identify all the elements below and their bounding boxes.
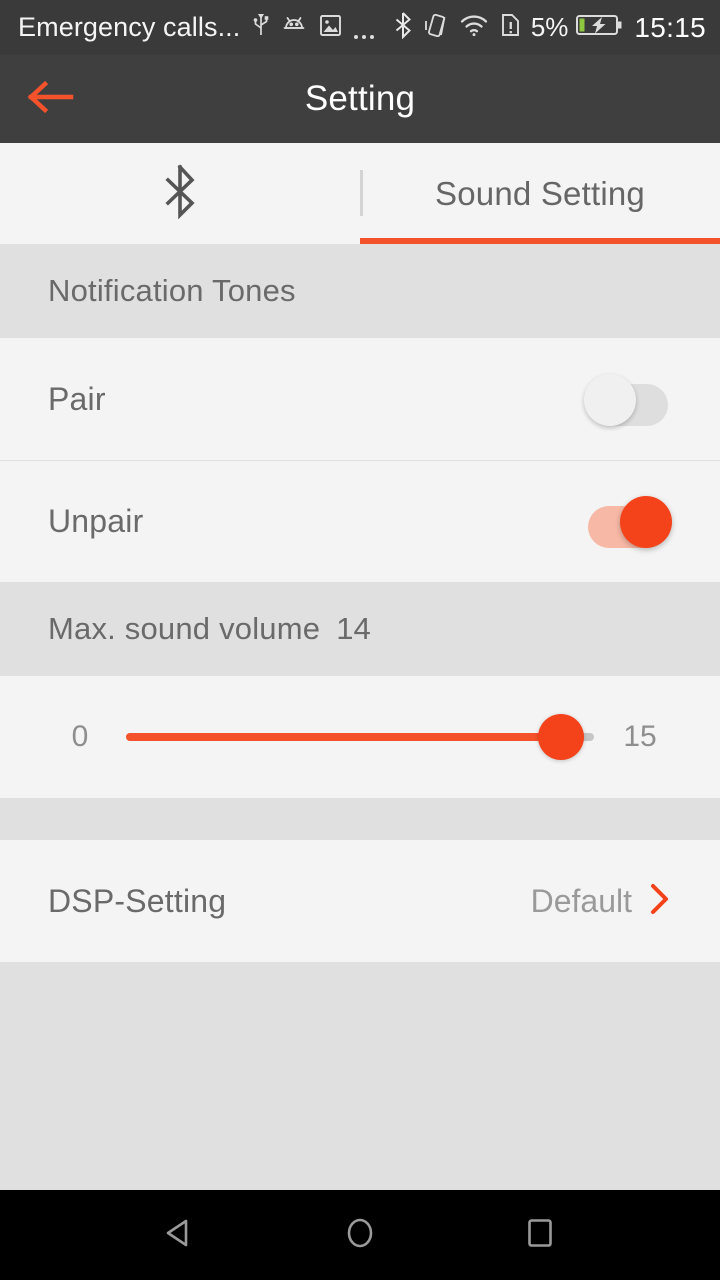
battery-charging-icon	[576, 12, 622, 43]
slider-max-label: 15	[623, 720, 657, 753]
section-title: Max. sound volume	[48, 611, 321, 646]
row-dsp-setting[interactable]: DSP-Setting Default	[0, 840, 720, 962]
battery-percent-label: 5%	[530, 12, 569, 42]
navigation-bar	[0, 1190, 720, 1280]
row-pair-label: Pair	[48, 380, 106, 417]
tab-sound-setting[interactable]: Sound Setting	[360, 143, 720, 244]
nav-back-icon	[161, 1214, 199, 1257]
tab-sound-setting-label: Sound Setting	[435, 174, 645, 212]
chevron-right-icon	[646, 881, 672, 922]
row-unpair[interactable]: Unpair	[0, 460, 720, 582]
toggle-knob	[584, 374, 636, 426]
screenshot-image-icon	[318, 13, 343, 43]
slider-thumb[interactable]	[538, 714, 585, 760]
row-volume-slider: 0 15	[0, 676, 720, 798]
bluetooth-icon	[160, 163, 200, 224]
arrow-left-icon	[25, 77, 77, 122]
section-header-notification-tones: Notification Tones	[0, 244, 720, 338]
status-right-group: 5% 15:15	[531, 12, 706, 44]
nav-home-button[interactable]	[312, 1190, 408, 1280]
nav-home-icon	[341, 1214, 379, 1257]
carrier-label: Emergency calls...	[18, 12, 241, 42]
app-bar: Setting	[0, 55, 720, 143]
page-title: Setting	[304, 79, 416, 118]
status-bar: Emergency calls... 5% 15:15	[0, 0, 720, 55]
toggle-knob	[620, 496, 672, 548]
volume-slider[interactable]	[126, 710, 594, 764]
slider-fill	[126, 733, 562, 741]
sim-card-alert-icon	[500, 12, 522, 43]
section-title: Notification Tones	[48, 273, 296, 308]
nav-back-button[interactable]	[132, 1190, 228, 1280]
dsp-setting-value: Default	[530, 882, 632, 919]
back-button[interactable]	[20, 55, 82, 143]
tab-divider	[360, 170, 363, 216]
wifi-icon	[459, 12, 489, 43]
settings-content: Notification Tones Pair Unpair Max. soun…	[0, 244, 720, 1190]
section-spacer	[0, 798, 720, 840]
android-debug-icon	[281, 12, 307, 43]
tab-bluetooth[interactable]	[0, 143, 360, 244]
row-pair-control	[584, 372, 672, 426]
vibrate-icon	[424, 12, 448, 44]
row-unpair-label: Unpair	[48, 502, 144, 539]
row-dsp-setting-value-group: Default	[531, 881, 672, 922]
more-notifications-icon	[354, 13, 375, 43]
status-icon-group	[252, 11, 522, 44]
phone-screen: Emergency calls... 5% 15:15 Setting Soun…	[0, 0, 720, 1280]
clock-label: 15:15	[634, 11, 706, 43]
usb-icon	[252, 11, 270, 44]
toggle-unpair[interactable]	[584, 494, 672, 548]
nav-recents-icon	[521, 1214, 559, 1257]
nav-recents-button[interactable]	[492, 1190, 588, 1280]
max-volume-value: 14	[336, 611, 371, 646]
row-unpair-control	[584, 494, 672, 548]
slider-min-label: 0	[71, 720, 89, 753]
bluetooth-icon	[393, 11, 413, 44]
row-dsp-setting-label: DSP-Setting	[48, 882, 227, 919]
section-header-max-sound-volume: Max. sound volume 14	[0, 582, 720, 676]
row-pair[interactable]: Pair	[0, 338, 720, 460]
toggle-pair[interactable]	[584, 372, 672, 426]
